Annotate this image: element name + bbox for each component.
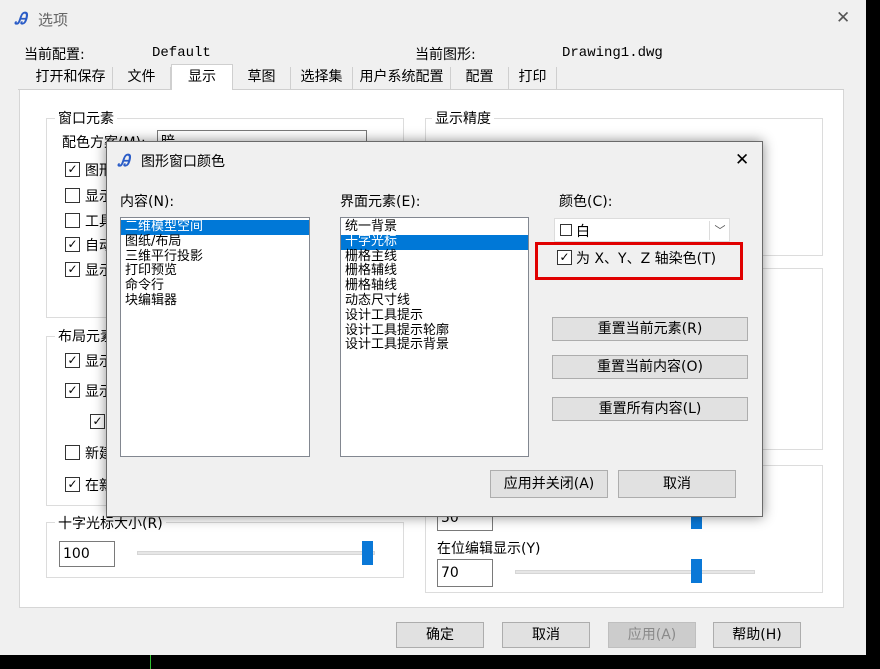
context-item[interactable]: 打印预览 xyxy=(121,264,309,279)
layout-elem-checkbox-1[interactable]: ✓ xyxy=(65,353,80,368)
window-title: 选项 xyxy=(38,11,69,29)
cancel-button[interactable]: 取消 xyxy=(502,622,590,648)
window-elem-checkbox-5[interactable]: ✓ xyxy=(65,262,80,277)
tab-open-save[interactable]: 打开和保存 xyxy=(29,67,113,89)
close-icon[interactable]: ✕ xyxy=(836,8,850,28)
crosshair-size-input[interactable]: 100 xyxy=(59,541,115,567)
window-elem-checkbox-4[interactable]: ✓ xyxy=(65,237,80,252)
interface-item[interactable]: 动态尺寸线 xyxy=(341,294,528,309)
tab-selection[interactable]: 选择集 xyxy=(291,67,353,89)
color-swatch xyxy=(560,224,572,236)
dialog-cancel-button[interactable]: 取消 xyxy=(618,470,736,498)
window-elements-title: 窗口元素 xyxy=(55,108,117,128)
layout-elem-checkbox-4[interactable] xyxy=(65,445,80,460)
dialog-close-icon[interactable]: ✕ xyxy=(735,150,749,170)
inplace-edit-label: 在位编辑显示(Y) xyxy=(437,541,541,557)
tint-axis-checkbox[interactable]: ✓ xyxy=(557,250,572,265)
interface-item[interactable]: 设计工具提示 xyxy=(341,308,528,324)
layout-elem-checkbox-2[interactable]: ✓ xyxy=(65,383,80,398)
interface-element-label: 界面元素(E): xyxy=(340,194,421,210)
tab-display[interactable]: 显示 xyxy=(171,64,233,91)
color-select[interactable]: 白 ﹀ xyxy=(554,218,730,242)
interface-item[interactable]: 十字光标 xyxy=(341,234,528,250)
app-logo-icon: Ꭿ xyxy=(15,9,27,28)
apply-close-button[interactable]: 应用并关闭(A) xyxy=(490,470,608,498)
layout-elem-checkbox-5[interactable]: ✓ xyxy=(65,477,80,492)
current-config-label: 当前配置: xyxy=(24,47,85,63)
tab-files[interactable]: 文件 xyxy=(113,67,171,89)
current-drawing-label: 当前图形: xyxy=(415,47,476,63)
options-title-bar: Ꭿ 选项 ✕ xyxy=(0,0,866,38)
color-value: 白 xyxy=(576,224,590,240)
context-item[interactable]: 图纸/布局 xyxy=(121,234,309,250)
crosshair-size-track xyxy=(137,551,375,555)
context-item[interactable]: 命令行 xyxy=(121,279,309,294)
apply-button[interactable]: 应用(A) xyxy=(608,622,696,648)
graphics-window-colors-dialog: Ꭿ 图形窗口颜色 ✕ 内容(N): 二维模型空间 图纸/布局 三维平行投影 打印… xyxy=(106,141,763,517)
chevron-down-icon: ﹀ xyxy=(709,221,730,240)
inplace-edit-input[interactable]: 70 xyxy=(437,559,493,587)
window-elem-checkbox-3[interactable] xyxy=(65,213,80,228)
interface-element-list: 统一背景 十字光标 栅格主线 栅格辅线 栅格轴线 动态尺寸线 设计工具提示 设计… xyxy=(340,217,529,457)
ok-button[interactable]: 确定 xyxy=(396,622,484,648)
layout-elem-checkbox-3[interactable]: ✓ xyxy=(90,414,105,429)
context-item[interactable]: 块编辑器 xyxy=(121,294,309,309)
context-label: 内容(N): xyxy=(120,194,175,210)
dialog-app-icon: Ꭿ xyxy=(118,151,130,170)
window-elem-checkbox-2[interactable] xyxy=(65,188,80,203)
display-precision-title: 显示精度 xyxy=(432,108,494,128)
color-label: 颜色(C): xyxy=(559,194,613,210)
inplace-edit-track xyxy=(515,570,755,574)
tab-plot[interactable]: 打印 xyxy=(509,67,557,89)
tab-user-preferences[interactable]: 用户系统配置 xyxy=(353,67,451,89)
crosshair-size-slider[interactable] xyxy=(362,541,373,565)
tab-drafting[interactable]: 草图 xyxy=(233,67,291,89)
desktop-edge-mark xyxy=(150,655,151,669)
interface-item[interactable]: 栅格轴线 xyxy=(341,279,528,294)
current-drawing-value: Drawing1.dwg xyxy=(562,45,663,61)
window-elem-checkbox-1[interactable]: ✓ xyxy=(65,162,80,177)
restore-element-button[interactable]: 重置当前元素(R) xyxy=(552,317,748,341)
interface-item[interactable]: 设计工具提示背景 xyxy=(341,338,528,353)
context-item[interactable]: 二维模型空间 xyxy=(121,220,309,235)
context-list: 二维模型空间 图纸/布局 三维平行投影 打印预览 命令行 块编辑器 xyxy=(120,217,310,457)
help-button[interactable]: 帮助(H) xyxy=(713,622,801,648)
tab-profiles[interactable]: 配置 xyxy=(451,67,509,89)
tint-axis-label: 为 X、Y、Z 轴染色(T) xyxy=(576,251,717,267)
dialog-title: 图形窗口颜色 xyxy=(141,154,225,170)
restore-context-button[interactable]: 重置当前内容(O) xyxy=(552,355,748,379)
interface-item[interactable]: 统一背景 xyxy=(341,220,528,235)
restore-all-button[interactable]: 重置所有内容(L) xyxy=(552,397,748,421)
inplace-edit-slider[interactable] xyxy=(691,559,702,583)
interface-item[interactable]: 栅格辅线 xyxy=(341,264,528,279)
current-config-value: Default xyxy=(152,45,211,61)
